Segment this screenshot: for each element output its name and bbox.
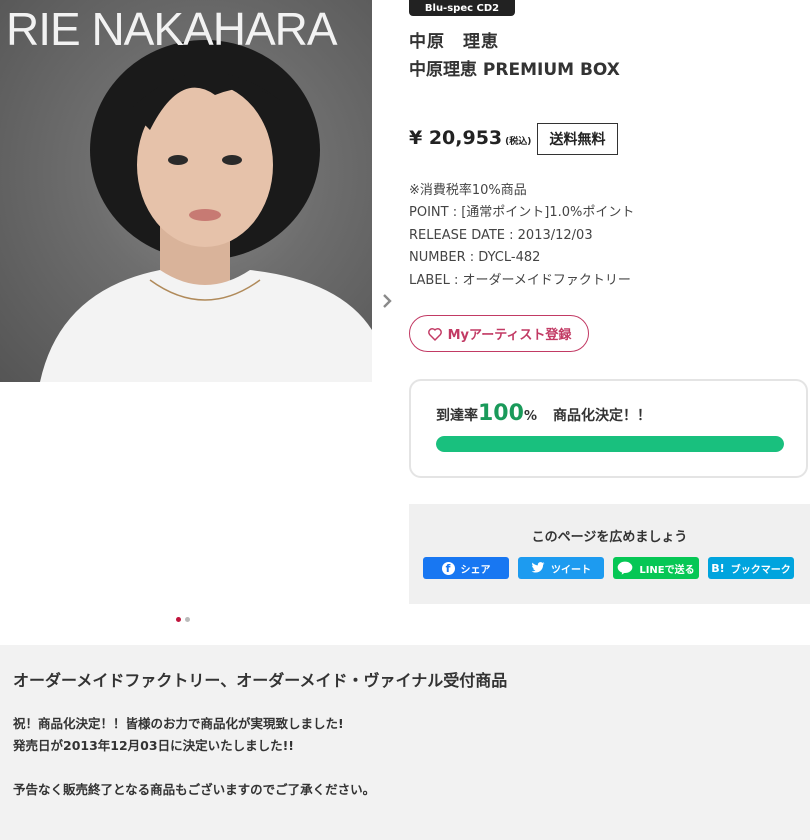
twitter-bird-icon (531, 562, 545, 574)
hatena-bookmark-button[interactable]: B! ブックマーク (708, 557, 794, 579)
share-box: このページを広めましょう f シェア ツイート LINEで送る B! ブックマー… (409, 504, 810, 604)
free-shipping-badge: 送料無料 (537, 123, 618, 155)
share-title: このページを広めましょう (531, 530, 688, 545)
format-badge: Blu-spec CD2 (409, 0, 515, 16)
progress-card: 到達率100% 商品化決定！！ (409, 379, 808, 478)
notice-title: オーダーメイドファクトリー、オーダーメイド・ヴァイナル受付商品 (13, 671, 508, 690)
my-artist-button[interactable]: Myアーティスト登録 (409, 315, 589, 352)
carousel-dot-active[interactable] (176, 617, 181, 622)
info-point: POINT : [通常ポイント]1.0%ポイント (409, 205, 635, 221)
notice-line: 発売日が2013年12月03日に決定いたしました!! (13, 738, 294, 753)
notice-line: 予告なく販売終了となる商品もございますのでご了承ください。 (13, 782, 376, 797)
order-made-notice: オーダーメイドファクトリー、オーダーメイド・ヴァイナル受付商品 祝！商品化決定！… (0, 645, 810, 840)
product-info: ※消費税率10%商品 POINT : [通常ポイント]1.0%ポイント RELE… (409, 180, 634, 292)
facebook-share-label: シェア (460, 564, 491, 576)
notice-body: 祝！商品化決定！！皆様のお力で商品化が実現致しました! 発売日が2013年12月… (13, 713, 375, 801)
my-artist-label: Myアーティスト登録 (447, 328, 572, 343)
progress-prefix: 到達率 (436, 408, 478, 424)
notice-line: 祝！商品化決定！！皆様のお力で商品化が実現致しました! (13, 716, 344, 731)
product-photo (40, 40, 372, 382)
progress-bar-fill (436, 436, 784, 452)
share-buttons: f シェア ツイート LINEで送る B! ブックマーク (423, 557, 794, 579)
twitter-share-label: ツイート (551, 564, 591, 576)
hatena-bookmark-label: ブックマーク (730, 564, 791, 576)
twitter-share-button[interactable]: ツイート (518, 557, 604, 579)
notice-line (13, 757, 375, 779)
progress-percent: 100 (478, 401, 524, 426)
info-number: NUMBER : DYCL-482 (409, 250, 541, 266)
info-tax-rate: ※消費税率10%商品 (409, 183, 527, 198)
line-share-button[interactable]: LINEで送る (613, 557, 699, 579)
carousel-dot[interactable] (185, 617, 190, 622)
progress-text: 到達率100% 商品化決定！！ (436, 401, 651, 426)
artist-name[interactable]: 中原 理恵 (409, 27, 499, 52)
info-release-date: RELEASE DATE : 2013/12/03 (409, 227, 593, 243)
chevron-right-icon[interactable] (378, 291, 396, 311)
progress-percent-sign: % (523, 409, 537, 424)
heart-icon (427, 327, 442, 341)
carousel-dots (176, 617, 190, 622)
product-title: 中原理恵 PREMIUM BOX (409, 60, 620, 80)
progress-status: 商品化決定！！ (552, 408, 651, 424)
image-artist-name: RIE NAKAHARA (6, 3, 338, 55)
price-value: ¥ 20,953 (409, 127, 503, 149)
progress-bar (436, 436, 784, 452)
product-image[interactable]: RIE NAKAHARA (0, 0, 372, 382)
price: ¥ 20,953 (税込) (409, 127, 531, 149)
facebook-share-button[interactable]: f シェア (423, 557, 509, 579)
line-share-label: LINEで送る (639, 564, 695, 576)
tax-note: (税込) (505, 137, 532, 147)
hatena-bookmark-icon: B! (711, 561, 725, 575)
line-icon (617, 561, 633, 575)
facebook-icon: f (441, 561, 455, 575)
info-label: LABEL : オーダーメイドファクトリー (409, 272, 631, 288)
